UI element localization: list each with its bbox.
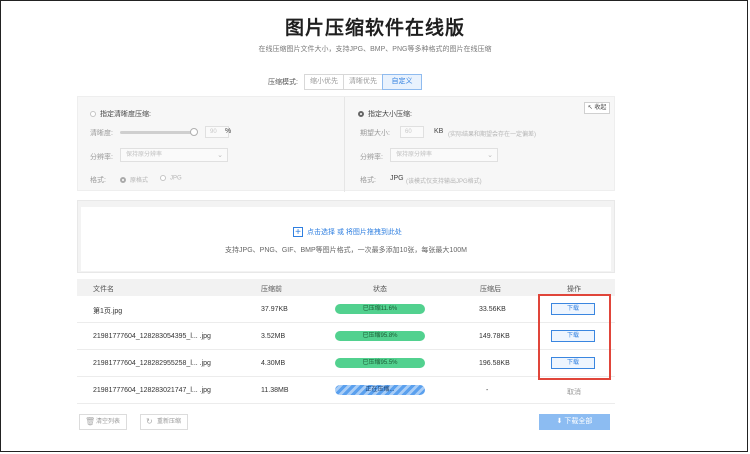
size-mode-option[interactable]: 指定大小压缩: [358, 109, 412, 119]
chevron-down-icon: ⌄ [487, 152, 493, 159]
size-before: 37.97KB [261, 306, 288, 313]
format-jpg-value: JPG [390, 175, 404, 182]
compression-mode: 压缩模式: 缩小优先 清晰优先 自定义 [268, 74, 422, 90]
file-name: 21981777604_128283021747_l... .jpg [93, 387, 211, 394]
collapse-button[interactable]: ↖ 收起 [584, 102, 610, 114]
clarity-mode-option[interactable]: 指定清晰度压缩: [90, 109, 151, 119]
header-action: 操作 [567, 286, 581, 293]
clarity-unit: % [225, 128, 232, 135]
upload-dropzone[interactable]: + 点击选择 或 将图片拖拽到此处 支持JPG、PNG、GIF、BMP等图片格式… [81, 207, 611, 271]
size-mode-label: 指定大小压缩: [368, 111, 412, 118]
clarity-mode-label: 指定清晰度压缩: [100, 111, 151, 118]
format-jpg-label: JPG [170, 175, 182, 182]
collapse-icon: ↖ [587, 105, 593, 111]
recompress-label: 重新压缩 [157, 419, 182, 425]
tab-clarity-first[interactable]: 清晰优先 [343, 75, 383, 89]
format-original-option[interactable]: 原格式 [120, 175, 148, 184]
download-column-highlight [538, 294, 611, 380]
header-after: 压缩后 [480, 286, 501, 293]
format-jpg-radio[interactable] [160, 175, 166, 181]
target-size-input[interactable]: 60 [400, 126, 424, 138]
trash-icon: 🗑 [85, 417, 96, 426]
format-label: 格式: [90, 177, 106, 184]
table-row: 21981777604_128282955258_l... .jpg 4.30M… [77, 350, 615, 377]
chevron-down-icon: ⌄ [217, 152, 223, 159]
resolution-select-left[interactable]: 保持原分辨率 ⌄ [120, 148, 228, 162]
upload-prompt[interactable]: + 点击选择 或 将图片拖拽到此处 [293, 227, 402, 238]
clear-list-label: 清空列表 [96, 419, 121, 425]
custom-settings-panel: ↖ 收起 指定清晰度压缩: 清晰度: 90 % 分辨率: 保持原分辨率 ⌄ 格式… [77, 96, 615, 192]
refresh-icon: ↻ [146, 417, 153, 426]
download-all-button[interactable]: ⬇ 下载全部 [539, 414, 610, 430]
resolution-label: 分辨率: [90, 154, 113, 161]
status-progress: 正在压缩... [335, 385, 425, 395]
table-row: 21981777604_128283054395_l... .jpg 3.52M… [77, 323, 615, 350]
resolution-select-right[interactable]: 保持原分辨率 ⌄ [390, 148, 498, 162]
target-size-unit: KB [434, 128, 444, 135]
file-name: 21981777604_128282955258_l... .jpg [93, 360, 211, 367]
status-progress: 已压缩95.8% [335, 331, 425, 341]
size-after: - [486, 387, 489, 394]
status-progress: 已压缩95.5% [335, 358, 425, 368]
format-jpg-option[interactable]: JPG [160, 175, 182, 182]
resolution-select-right-value: 保持原分辨率 [396, 152, 433, 158]
format-jpg-hint: (该模式仅支持输出JPG格式) [406, 179, 482, 185]
file-name: 第1页.jpg [93, 308, 123, 315]
target-size-hint: (实际结果和期望会存在一定偏差) [448, 132, 536, 138]
tab-custom[interactable]: 自定义 [381, 74, 422, 90]
mode-tabs: 缩小优先 清晰优先 自定义 [303, 74, 422, 90]
page-subtitle: 在线压缩图片文件大小，支持JPG、BMP、PNG等多种格式的图片在线压缩 [258, 46, 492, 53]
upload-area[interactable]: + 点击选择 或 将图片拖拽到此处 支持JPG、PNG、GIF、BMP等图片格式… [77, 200, 615, 273]
upload-link[interactable]: 点击选择 或 将图片拖拽到此处 [307, 227, 402, 237]
clarity-slider-handle[interactable] [190, 128, 198, 136]
plus-icon[interactable]: + [293, 227, 303, 238]
status-progress: 已压缩11.6% [335, 304, 425, 314]
header-filename: 文件名 [93, 286, 114, 293]
header-before: 压缩前 [261, 286, 282, 293]
clarity-label: 清晰度: [90, 130, 113, 137]
table-header: 文件名 压缩前 状态 压缩后 操作 [77, 279, 615, 296]
recompress-button[interactable]: ↻ 重新压缩 [140, 414, 189, 430]
target-size-label: 期望大小: [360, 130, 390, 137]
clear-list-button[interactable]: 🗑 清空列表 [79, 414, 128, 430]
settings-divider [344, 97, 345, 192]
download-all-label: 下载全部 [564, 418, 593, 425]
mode-label: 压缩模式: [268, 79, 298, 86]
cancel-link[interactable]: 取消 [567, 387, 581, 397]
format-original-label: 原格式 [130, 178, 149, 184]
resolution-select-left-value: 保持原分辨率 [126, 152, 163, 158]
size-before: 4.30MB [261, 360, 286, 367]
tab-size-first[interactable]: 缩小优先 [304, 75, 344, 89]
collapse-label: 收起 [594, 105, 607, 111]
page-title: 图片压缩软件在线版 [284, 18, 465, 39]
size-after: 196.58KB [479, 360, 510, 367]
upload-hint: 支持JPG、PNG、GIF、BMP等图片格式，一次最多添加10张，每张最大100… [225, 247, 467, 254]
table-row: 第1页.jpg 37.97KB 已压缩11.6% 33.56KB 下载 [77, 296, 615, 323]
file-name: 21981777604_128283054395_l... .jpg [93, 333, 211, 340]
size-after: 149.78KB [479, 333, 510, 340]
format-original-radio[interactable] [120, 177, 126, 184]
size-before: 3.52MB [261, 333, 286, 340]
format-label-right: 格式: [360, 177, 376, 184]
resolution-label-right: 分辨率: [360, 154, 383, 161]
table-row: 21981777604_128283021747_l... .jpg 11.38… [77, 377, 615, 404]
download-icon: ⬇ [556, 418, 563, 425]
header-status: 状态 [373, 286, 387, 293]
clarity-mode-radio[interactable] [90, 111, 96, 118]
size-before: 11.38MB [261, 387, 289, 394]
size-after: 33.56KB [479, 306, 506, 313]
clarity-slider-track[interactable] [120, 131, 196, 134]
size-mode-radio[interactable] [358, 111, 364, 118]
